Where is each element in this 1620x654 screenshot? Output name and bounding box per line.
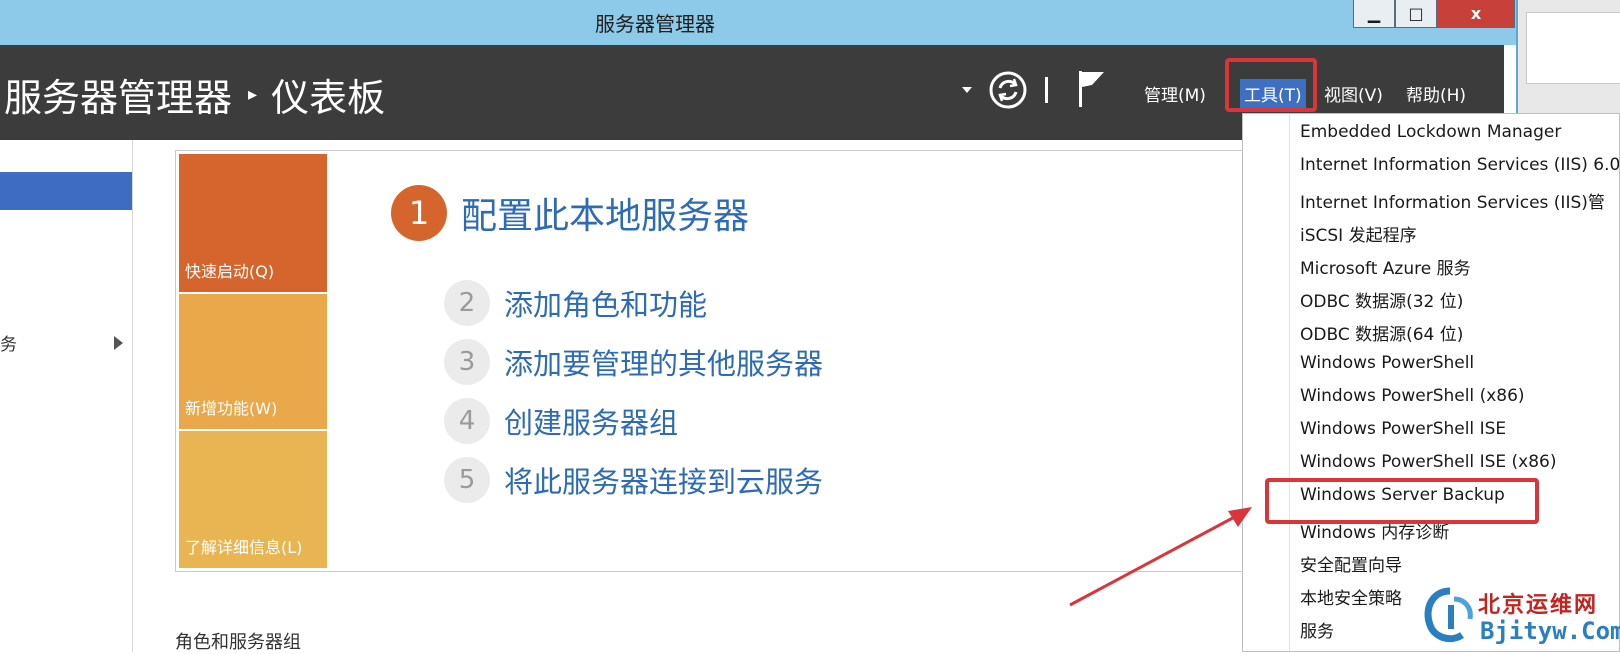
menu-item[interactable]: 本地安全策略	[1300, 584, 1402, 609]
backup-item-highlight	[1265, 478, 1539, 524]
menu-item[interactable]: 安全配置向导	[1300, 551, 1402, 576]
close-button[interactable]: x	[1437, 0, 1515, 28]
step-number: 5	[444, 457, 490, 503]
breadcrumb-root[interactable]: 服务器管理器	[4, 67, 232, 122]
menu-item[interactable]: 服务	[1300, 617, 1334, 642]
menu-item[interactable]: ODBC 数据源(32 位)	[1300, 287, 1463, 312]
menu-manage[interactable]: 管理(M)	[1144, 81, 1206, 106]
sidebar-item-dashboard[interactable]	[0, 172, 132, 210]
menu-item[interactable]: Windows PowerShell (x86)	[1300, 386, 1525, 406]
menu-item[interactable]: ODBC 数据源(64 位)	[1300, 320, 1463, 345]
menu-view[interactable]: 视图(V)	[1324, 81, 1383, 106]
step-number: 3	[444, 339, 490, 385]
watermark-cn: 北京运维网	[1478, 593, 1599, 618]
tile-label: 了解详细信息(L)	[185, 538, 303, 557]
menu-item[interactable]: iSCSI 发起程序	[1300, 221, 1417, 246]
menu-item[interactable]: Embedded Lockdown Manager	[1300, 122, 1561, 142]
watermark: 北京运维网 Bjityw.Com	[1420, 585, 1620, 652]
tile-label: 快速启动(Q)	[185, 262, 275, 281]
expand-arrow-icon[interactable]	[114, 336, 123, 350]
tile-whats-new[interactable]: 新增功能(W)	[179, 294, 327, 429]
breadcrumb-current: 仪表板	[271, 76, 386, 120]
step-link[interactable]: 将此服务器连接到云服务	[504, 459, 823, 501]
step-number: 1	[391, 185, 447, 241]
menu-item[interactable]: Windows PowerShell ISE	[1300, 419, 1506, 439]
annotation-arrow-icon	[1069, 507, 1252, 607]
tile-label: 新增功能(W)	[185, 399, 278, 418]
section-title: 角色和服务器组	[175, 632, 301, 653]
step-connect-cloud[interactable]: 5 将此服务器连接到云服务	[444, 457, 823, 503]
refresh-icon[interactable]	[988, 70, 1028, 110]
step-number: 2	[444, 280, 490, 326]
breadcrumb: 服务器管理器 ▸ 仪表板	[4, 67, 385, 122]
step-create-server-group[interactable]: 4 创建服务器组	[444, 398, 678, 444]
step-link[interactable]: 配置此本地服务器	[461, 187, 749, 239]
minimize-button[interactable]: ▁	[1353, 0, 1395, 28]
step-link[interactable]: 添加要管理的其他服务器	[504, 341, 823, 383]
maximize-button[interactable]: □	[1395, 0, 1437, 28]
window-title-bar: 服务器管理器 ▁ □ x	[0, 0, 1516, 45]
step-add-roles[interactable]: 2 添加角色和功能	[444, 280, 707, 326]
step-add-servers[interactable]: 3 添加要管理的其他服务器	[444, 339, 823, 385]
dropdown-arrow-icon[interactable]	[962, 87, 972, 93]
sidebar-item-label[interactable]: 务	[0, 330, 17, 355]
menu-help[interactable]: 帮助(H)	[1406, 81, 1466, 106]
tile-learn-more[interactable]: 了解详细信息(L)	[179, 431, 327, 568]
notification-flag-icon[interactable]	[1076, 69, 1108, 109]
background-window-pane	[1526, 12, 1620, 84]
tile-quick-start[interactable]: 快速启动(Q)	[179, 154, 327, 292]
window-controls: ▁ □ x	[1353, 0, 1515, 30]
tools-menu-highlight	[1225, 58, 1317, 112]
step-link[interactable]: 创建服务器组	[504, 400, 678, 442]
window-title: 服务器管理器	[595, 12, 715, 36]
menu-item[interactable]: Windows PowerShell ISE (x86)	[1300, 452, 1556, 472]
header-divider	[1045, 77, 1048, 103]
watermark-en: Bjityw.Com	[1480, 617, 1620, 645]
menu-item[interactable]: Windows PowerShell	[1300, 353, 1474, 373]
step-number: 4	[444, 398, 490, 444]
step-link[interactable]: 添加角色和功能	[504, 282, 707, 324]
breadcrumb-separator-icon: ▸	[248, 84, 258, 105]
watermark-logo-icon	[1424, 587, 1473, 643]
menu-item[interactable]: Internet Information Services (IIS) 6.0	[1300, 155, 1619, 175]
sidebar: 务	[0, 140, 133, 652]
menu-item[interactable]: Microsoft Azure 服务	[1300, 254, 1471, 279]
menu-item[interactable]: Internet Information Services (IIS)管	[1300, 188, 1605, 213]
tools-dropdown-menu: Embedded Lockdown Manager Internet Infor…	[1242, 113, 1620, 652]
step-configure-local-server[interactable]: 1 配置此本地服务器	[391, 185, 749, 241]
